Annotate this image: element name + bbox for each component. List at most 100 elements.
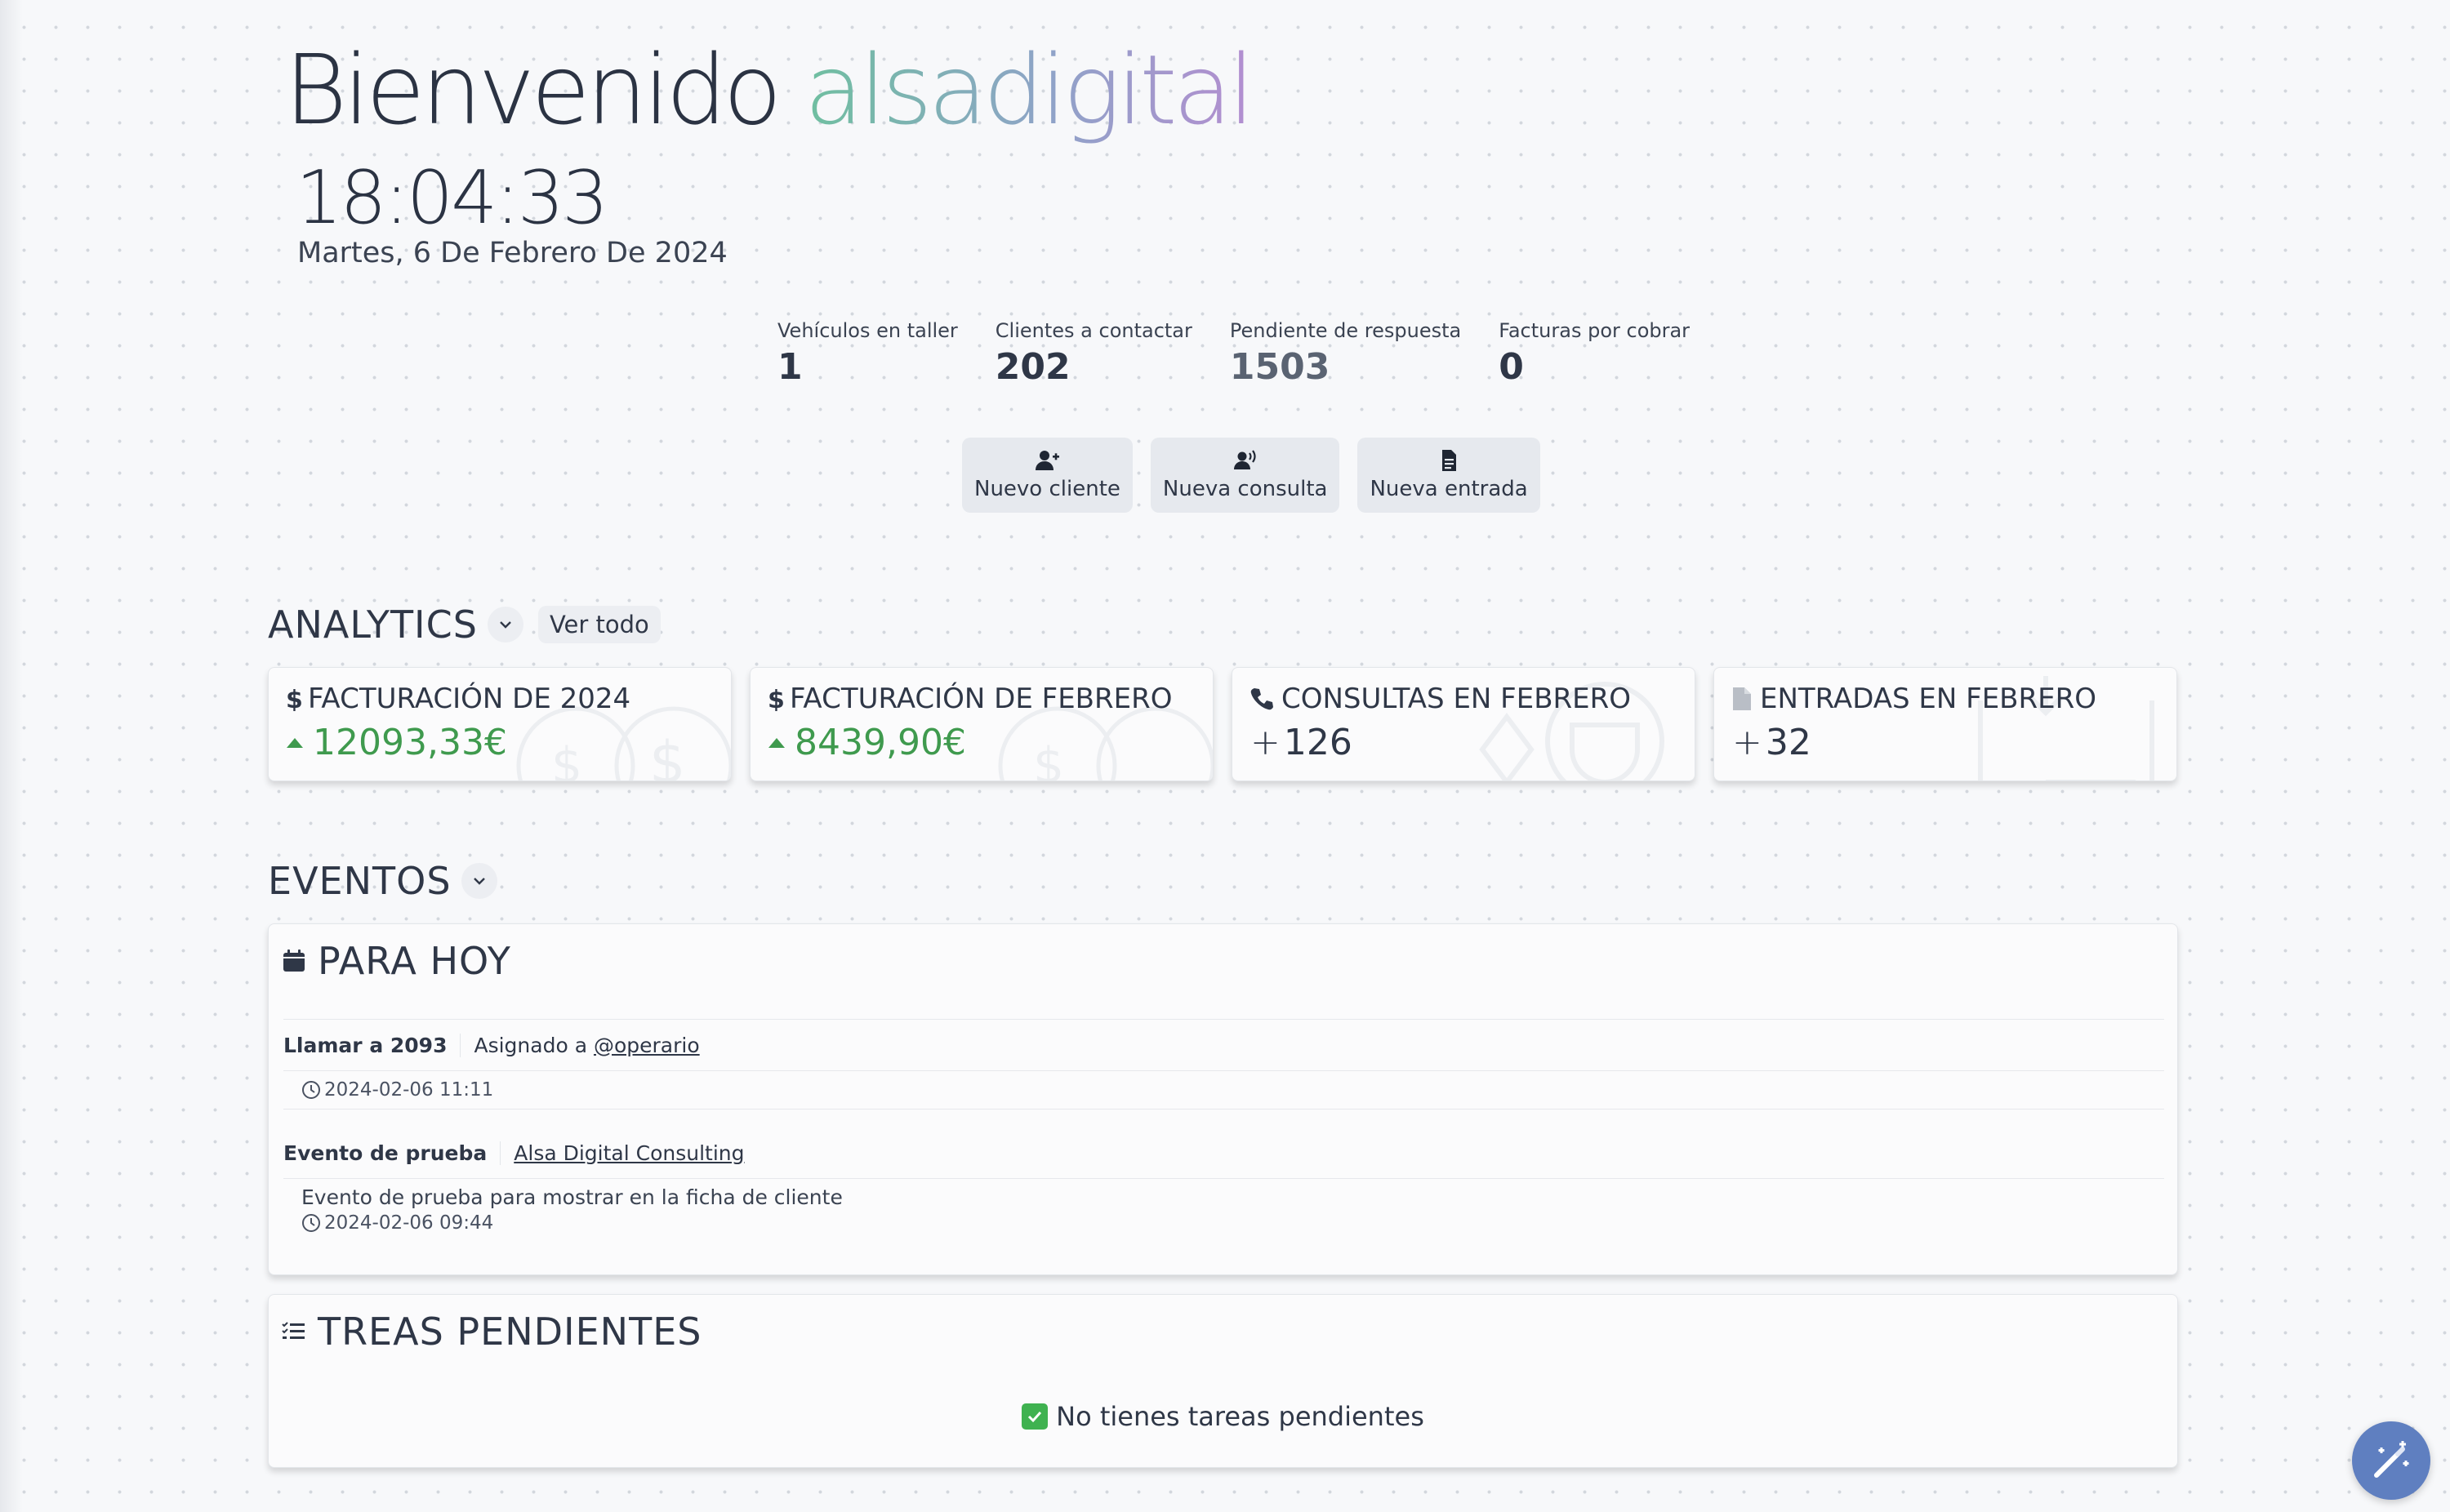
card-title-text: ENTRADAS EN FEBRERO: [1760, 683, 2097, 715]
svg-text:$: $: [649, 729, 686, 781]
stat-vehicles: Vehículos en taller 1: [777, 317, 958, 390]
svg-text:$: $: [286, 687, 301, 711]
card-title: $ FACTURACIÓN DE FEBRERO: [767, 683, 1173, 715]
stat-value: 0: [1499, 346, 1524, 388]
plus-prefix: +: [1250, 722, 1281, 763]
current-date: Martes, 6 De Febrero De 2024: [297, 237, 728, 269]
event-header: Evento de prueba Alsa Digital Consulting: [283, 1127, 2164, 1178]
card-value: 12093,33€: [287, 722, 507, 763]
dollar-icon: $: [768, 687, 783, 711]
event-client-link[interactable]: Alsa Digital Consulting: [501, 1141, 744, 1165]
events-collapse-toggle[interactable]: [461, 863, 497, 899]
calendar-icon: [283, 949, 305, 972]
stat-label: Pendiente de respuesta: [1229, 319, 1462, 342]
chevron-down-icon: [500, 621, 511, 629]
trend-up-icon: [768, 737, 785, 748]
stat-value: 1503: [1229, 346, 1330, 388]
svg-text:$: $: [1033, 737, 1064, 781]
trend-up-icon: [287, 737, 303, 748]
section-title: ANALYTICS: [268, 603, 478, 647]
empty-message-text: No tienes tareas pendientes: [1056, 1401, 1424, 1432]
stat-label: Clientes a contactar: [995, 319, 1192, 342]
analytics-collapse-toggle[interactable]: [487, 607, 523, 643]
welcome-text: Bienvenido: [284, 33, 782, 146]
event-time-text: 2024-02-06 11:11: [324, 1079, 494, 1101]
event-item[interactable]: Evento de prueba Alsa Digital Consulting…: [283, 1127, 2164, 1234]
card-title: $ FACTURACIÓN DE 2024: [285, 683, 630, 715]
clock-icon: [302, 1081, 320, 1099]
plus-prefix: +: [1732, 722, 1762, 763]
stat-value: 202: [995, 346, 1071, 388]
card-value-text: 12093,33€: [313, 722, 507, 763]
event-header: Llamar a 2093 Asignado a @operario: [283, 1020, 2164, 1070]
action-label: Nueva consulta: [1162, 477, 1328, 501]
card-value-text: 32: [1765, 722, 1811, 763]
event-time: 2024-02-06 09:44: [283, 1209, 2164, 1234]
analytics-card-queries[interactable]: CONSULTAS EN FEBRERO + 126: [1232, 667, 1695, 781]
card-title-text: FACTURACIÓN DE FEBRERO: [790, 683, 1173, 715]
section-title: EVENTOS: [268, 859, 452, 903]
event-name: Evento de prueba: [283, 1141, 501, 1165]
event-description: Evento de prueba para mostrar en la fich…: [301, 1185, 843, 1209]
svg-text:$: $: [551, 737, 582, 781]
welcome-heading: Bienvenido alsadigital: [284, 33, 1255, 147]
card-value: + 32: [1732, 722, 1811, 763]
card-value-text: 126: [1283, 722, 1352, 763]
card-value: 8439,90€: [768, 722, 966, 763]
stat-pending: Pendiente de respuesta 1503: [1230, 317, 1461, 390]
brand-name: alsadigital: [804, 33, 1255, 146]
dollar-icon: $: [286, 687, 301, 711]
event-time-text: 2024-02-06 09:44: [324, 1212, 494, 1234]
card-title-text: FACTURACIÓN DE 2024: [308, 683, 631, 715]
view-all-button[interactable]: Ver todo: [537, 606, 661, 643]
divider: [283, 1109, 2164, 1110]
assigned-prefix: Asignado a: [474, 1033, 588, 1057]
stat-label: Facturas por cobrar: [1499, 319, 1690, 342]
new-entry-button[interactable]: Nueva entrada: [1357, 438, 1540, 513]
empty-tasks-message: No tienes tareas pendientes: [269, 1401, 2177, 1432]
clock: 18:04:33: [296, 155, 608, 241]
left-edge-shade: [0, 0, 23, 1512]
task-list-icon: [282, 1322, 305, 1339]
stat-invoices: Facturas por cobrar 0: [1499, 317, 1690, 390]
new-client-button[interactable]: Nuevo cliente: [962, 438, 1133, 513]
magic-wand-icon: [2374, 1441, 2409, 1478]
panel-title-text: PARA HOY: [318, 939, 511, 983]
event-assignee: Asignado a @operario: [461, 1034, 699, 1057]
analytics-card-entries[interactable]: ENTRADAS EN FEBRERO + 32: [1713, 667, 2177, 781]
action-label: Nueva entrada: [1370, 477, 1528, 501]
event-name: Llamar a 2093: [283, 1033, 461, 1057]
panel-title: PARA HOY: [282, 939, 511, 983]
file-icon: [1733, 687, 1751, 710]
card-title: CONSULTAS EN FEBRERO: [1249, 683, 1631, 715]
today-events-panel: PARA HOY Llamar a 2093 Asignado a @opera…: [268, 923, 2178, 1275]
analytics-header: ANALYTICS Ver todo: [268, 603, 661, 647]
pending-tasks-panel: TREAS PENDIENTES No tienes tareas pendie…: [268, 1294, 2178, 1468]
card-value: + 126: [1250, 722, 1352, 763]
stat-label: Vehículos en taller: [777, 319, 958, 342]
assignee-link[interactable]: @operario: [594, 1034, 700, 1057]
stat-value: 1: [777, 346, 803, 388]
stats-bar: Vehículos en taller 1 Clientes a contact…: [777, 317, 1727, 390]
magic-wand-button[interactable]: [2352, 1421, 2430, 1500]
analytics-card-year-billing[interactable]: $ $ $ FACTURACIÓN DE 2024 12093,33€: [268, 667, 732, 781]
document-icon: [1442, 450, 1457, 471]
speaking-user-icon: [1233, 450, 1256, 469]
card-title: ENTRADAS EN FEBRERO: [1731, 683, 2096, 715]
phone-icon: [1250, 688, 1273, 710]
user-plus-icon: [1036, 451, 1060, 470]
analytics-card-month-billing[interactable]: $ $ FACTURACIÓN DE FEBRERO 8439,90€: [750, 667, 1214, 781]
card-value-text: 8439,90€: [795, 722, 966, 763]
quick-actions: Nuevo cliente Nueva consulta Nueva entra…: [962, 438, 1558, 513]
action-label: Nuevo cliente: [974, 477, 1120, 501]
card-title-text: CONSULTAS EN FEBRERO: [1281, 683, 1632, 715]
event-item[interactable]: Llamar a 2093 Asignado a @operario 2024-…: [283, 1019, 2164, 1110]
events-header: EVENTOS: [268, 859, 497, 903]
svg-text:$: $: [768, 687, 783, 711]
event-time: 2024-02-06 11:11: [283, 1071, 2164, 1109]
stat-clients: Clientes a contactar 202: [996, 317, 1192, 390]
new-query-button[interactable]: Nueva consulta: [1150, 438, 1340, 513]
check-mark-icon: [1022, 1403, 1049, 1430]
chevron-down-icon: [473, 878, 485, 885]
panel-title-text: TREAS PENDIENTES: [318, 1310, 702, 1354]
